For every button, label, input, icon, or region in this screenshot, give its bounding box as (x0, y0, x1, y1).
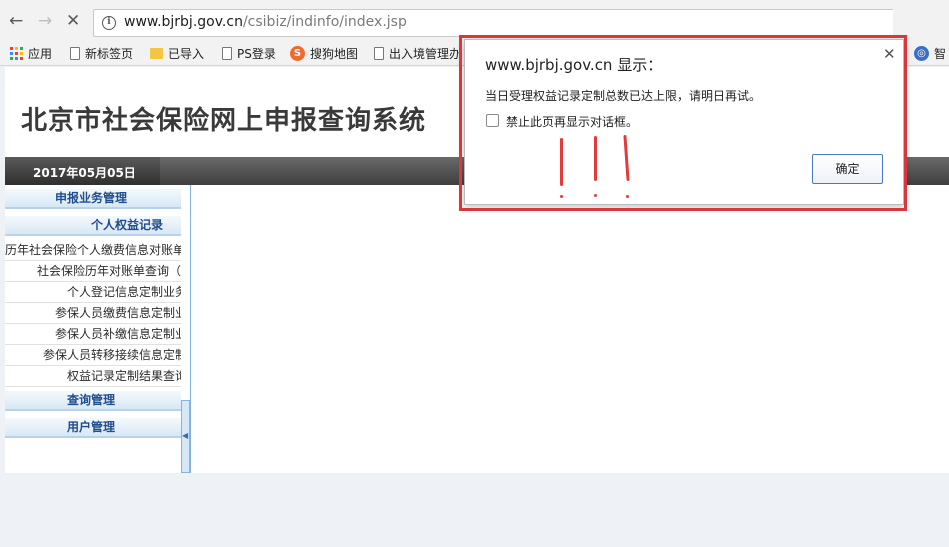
apps-grid-icon (10, 46, 23, 60)
sidebar-item-statement-query[interactable]: 社会保险历年对账单查询（ (5, 261, 181, 282)
sidebar-section-declaration[interactable]: 申报业务管理 (5, 189, 181, 209)
site-title: 北京市社会保险网上申报查询系统 (21, 106, 427, 136)
bookmark-label: 出入境管理办 (389, 46, 462, 61)
sidebar-item-backpay-custom[interactable]: 参保人员补缴信息定制业 (5, 324, 181, 345)
sidebar-collapse-handle[interactable]: ◀ (181, 400, 190, 473)
bookmark-apps[interactable]: 应用 (10, 44, 52, 62)
collapse-left-icon: ◀ (182, 431, 189, 440)
bookmark-label: 应用 (28, 46, 53, 61)
bookmark-new-tab[interactable]: 新标签页 (70, 44, 133, 62)
sidebar-item-custom-result-query[interactable]: 权益记录定制结果查询 (5, 366, 181, 387)
page-icon (70, 46, 80, 60)
highlight-annotation-box (459, 35, 907, 211)
sidebar-item-registration-custom[interactable]: 个人登记信息定制业务 (5, 282, 181, 303)
bookmark-label: 已导入 (168, 46, 205, 61)
bookmark-label: PS登录 (237, 46, 276, 61)
sidebar: 申报业务管理 个人权益记录 历年社会保险个人缴费信息对账单 社会保险历年对账单查… (5, 185, 191, 473)
page-icon (374, 46, 384, 60)
browser-toolbar: ← → ✕ i www.bjrbj.gov.cn/csibiz/indinfo/… (0, 0, 949, 40)
bookmark-label: 智 (934, 46, 947, 61)
info-icon[interactable]: i (102, 16, 116, 30)
bookmark-immigration[interactable]: 出入境管理办 (374, 44, 461, 62)
folder-icon (150, 47, 163, 59)
bookmark-sogou-map[interactable]: S 搜狗地图 (290, 44, 358, 62)
forward-arrow-icon[interactable]: → (38, 11, 52, 31)
sogou-icon: S (290, 45, 305, 61)
current-date: 2017年05月05日 (33, 166, 136, 180)
sidebar-section-query[interactable]: 查询管理 (5, 391, 181, 411)
address-bar[interactable]: i www.bjrbj.gov.cn/csibiz/indinfo/index.… (93, 9, 893, 37)
page-icon (222, 46, 232, 60)
sidebar-item-annual-statement[interactable]: 历年社会保险个人缴费信息对账单 (5, 240, 181, 261)
bookmark-zhi[interactable]: ◎ 智 (914, 44, 946, 62)
globe-icon: ◎ (914, 45, 929, 61)
sidebar-item-payment-custom[interactable]: 参保人员缴费信息定制业 (5, 303, 181, 324)
bookmark-label: 新标签页 (85, 46, 134, 61)
back-arrow-icon[interactable]: ← (9, 11, 23, 31)
sidebar-section-user[interactable]: 用户管理 (5, 418, 181, 438)
bookmark-ps-login[interactable]: PS登录 (222, 44, 276, 62)
url-path: /csibiz/indinfo/index.jsp (242, 14, 407, 30)
bookmark-imported-folder[interactable]: 已导入 (150, 44, 204, 62)
stop-loading-icon[interactable]: ✕ (66, 11, 80, 31)
url-host: www.bjrbj.gov.cn (124, 14, 243, 30)
sidebar-section-personal-rights[interactable]: 个人权益记录 (5, 216, 181, 236)
sidebar-item-transfer-custom[interactable]: 参保人员转移接续信息定制 (5, 345, 181, 366)
bookmark-label: 搜狗地图 (310, 46, 359, 61)
date-bar-left: 2017年05月05日 (5, 157, 160, 185)
url-text[interactable]: www.bjrbj.gov.cn/csibiz/indinfo/index.js… (124, 14, 407, 30)
